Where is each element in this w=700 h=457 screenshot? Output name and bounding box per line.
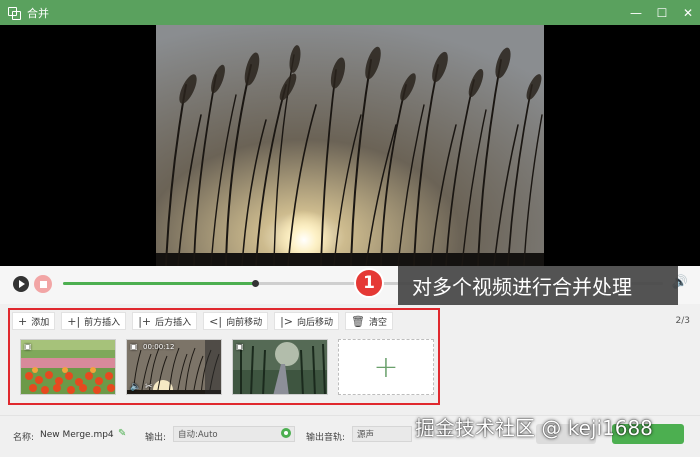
output-select-value: 自动:Auto xyxy=(178,430,218,440)
reeds-sunset-image xyxy=(156,25,544,266)
move-forward-label: 向前移动 xyxy=(226,317,263,328)
callout-number-badge: 1 xyxy=(354,268,384,298)
move-backward-button[interactable]: |> 向后移动 xyxy=(274,312,340,330)
audio-track-select[interactable]: 源声 xyxy=(352,426,412,442)
add-button[interactable]: + 添加 xyxy=(12,312,56,330)
edit-name-icon[interactable]: ✎ xyxy=(118,428,126,439)
window-controls: — ☐ ✕ xyxy=(622,0,700,25)
seek-bar-progress xyxy=(63,282,255,285)
stop-icon[interactable] xyxy=(34,275,52,293)
clear-button-label: 清空 xyxy=(369,317,388,328)
output-select[interactable]: 自动:Auto xyxy=(173,426,295,442)
plus-icon: + xyxy=(18,314,28,328)
name-value[interactable]: New Merge.mp4 xyxy=(40,430,114,440)
clear-button[interactable]: 🗑 清空 xyxy=(345,312,394,330)
video-preview xyxy=(0,25,700,266)
seek-bar-handle[interactable] xyxy=(252,280,259,287)
reeds-thumbnail xyxy=(127,340,221,394)
insert-before-label: 前方插入 xyxy=(84,317,121,328)
output-label: 输出: xyxy=(145,433,167,443)
clip-volume-icon[interactable]: 🔈 xyxy=(130,382,141,392)
name-label: 名称: xyxy=(13,433,35,443)
move-backward-label: 向后移动 xyxy=(297,317,334,328)
trash-icon: 🗑 xyxy=(351,314,366,328)
forest-road-thumbnail xyxy=(233,340,327,394)
maximize-button[interactable]: ☐ xyxy=(650,0,674,25)
film-icon: ▣ xyxy=(236,342,244,351)
insert-before-icon: +| xyxy=(67,314,81,328)
insert-before-button[interactable]: +| 前方插入 xyxy=(61,312,127,330)
clip-count: 2/3 xyxy=(675,316,690,326)
watermark: 掘金技术社区 @ keji1688 xyxy=(415,416,653,440)
add-clip-button[interactable]: + xyxy=(338,339,434,395)
clip-item-tulips[interactable]: ▣ xyxy=(20,339,116,395)
film-icon: ▣ xyxy=(130,342,138,351)
clip-list: ▣ ▣ 00:00:12 🔈 ✂ ▣ + xyxy=(20,339,434,395)
window-title: 合并 xyxy=(27,6,49,20)
add-button-label: 添加 xyxy=(31,317,50,328)
scissors-icon[interactable]: ✂ xyxy=(145,382,153,392)
insert-after-button[interactable]: |+ 后方插入 xyxy=(132,312,198,330)
move-forward-icon: <| xyxy=(209,314,223,328)
tulips-thumbnail xyxy=(21,340,115,394)
clip-item-forest-road[interactable]: ▣ xyxy=(232,339,328,395)
gear-icon[interactable] xyxy=(281,428,291,438)
play-icon[interactable] xyxy=(13,276,29,292)
merge-app-icon xyxy=(8,6,21,20)
close-button[interactable]: ✕ xyxy=(676,0,700,25)
clip-item-reeds-sunset[interactable]: ▣ 00:00:12 🔈 ✂ xyxy=(126,339,222,395)
insert-after-label: 后方插入 xyxy=(155,317,192,328)
callout-label: 对多个视频进行合并处理 xyxy=(398,266,678,305)
move-forward-button[interactable]: <| 向前移动 xyxy=(203,312,269,330)
minimize-button[interactable]: — xyxy=(624,0,648,25)
clip-toolbar: + 添加 +| 前方插入 |+ 后方插入 <| 向前移动 |> 向后移动 🗑 清… xyxy=(12,312,394,330)
move-backward-icon: |> xyxy=(280,314,294,328)
film-icon: ▣ xyxy=(24,342,32,351)
clip-duration: 00:00:12 xyxy=(143,343,175,351)
insert-after-icon: |+ xyxy=(138,314,152,328)
audio-track-value: 源声 xyxy=(357,430,375,440)
audio-track-label: 输出音轨: xyxy=(306,433,346,443)
video-frame xyxy=(156,25,544,266)
title-bar: 合并 — ☐ ✕ xyxy=(0,0,700,25)
